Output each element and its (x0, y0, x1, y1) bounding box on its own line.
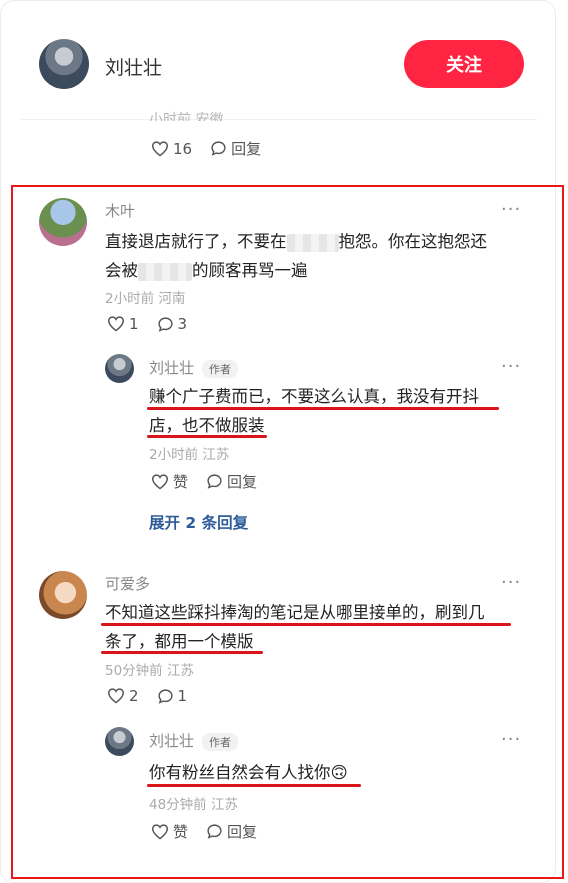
partial-comment-actions: 16 回复 (151, 138, 279, 159)
follow-button[interactable]: 关注 (404, 40, 524, 88)
heart-icon (151, 140, 169, 156)
header-divider (21, 119, 537, 120)
reply-label: 回复 (231, 140, 262, 158)
like-button[interactable]: 16 (151, 140, 192, 158)
comment-icon (211, 141, 226, 156)
partial-comment-meta: 小时前 安徽 (149, 112, 224, 121)
post-header: 刘壮壮 关注 (1, 1, 555, 121)
annotation-highlight-box (11, 185, 564, 879)
author-name[interactable]: 刘壮壮 (105, 53, 162, 80)
reply-button[interactable]: 回复 (210, 138, 261, 159)
author-avatar[interactable] (39, 39, 89, 89)
like-count: 16 (173, 139, 193, 158)
